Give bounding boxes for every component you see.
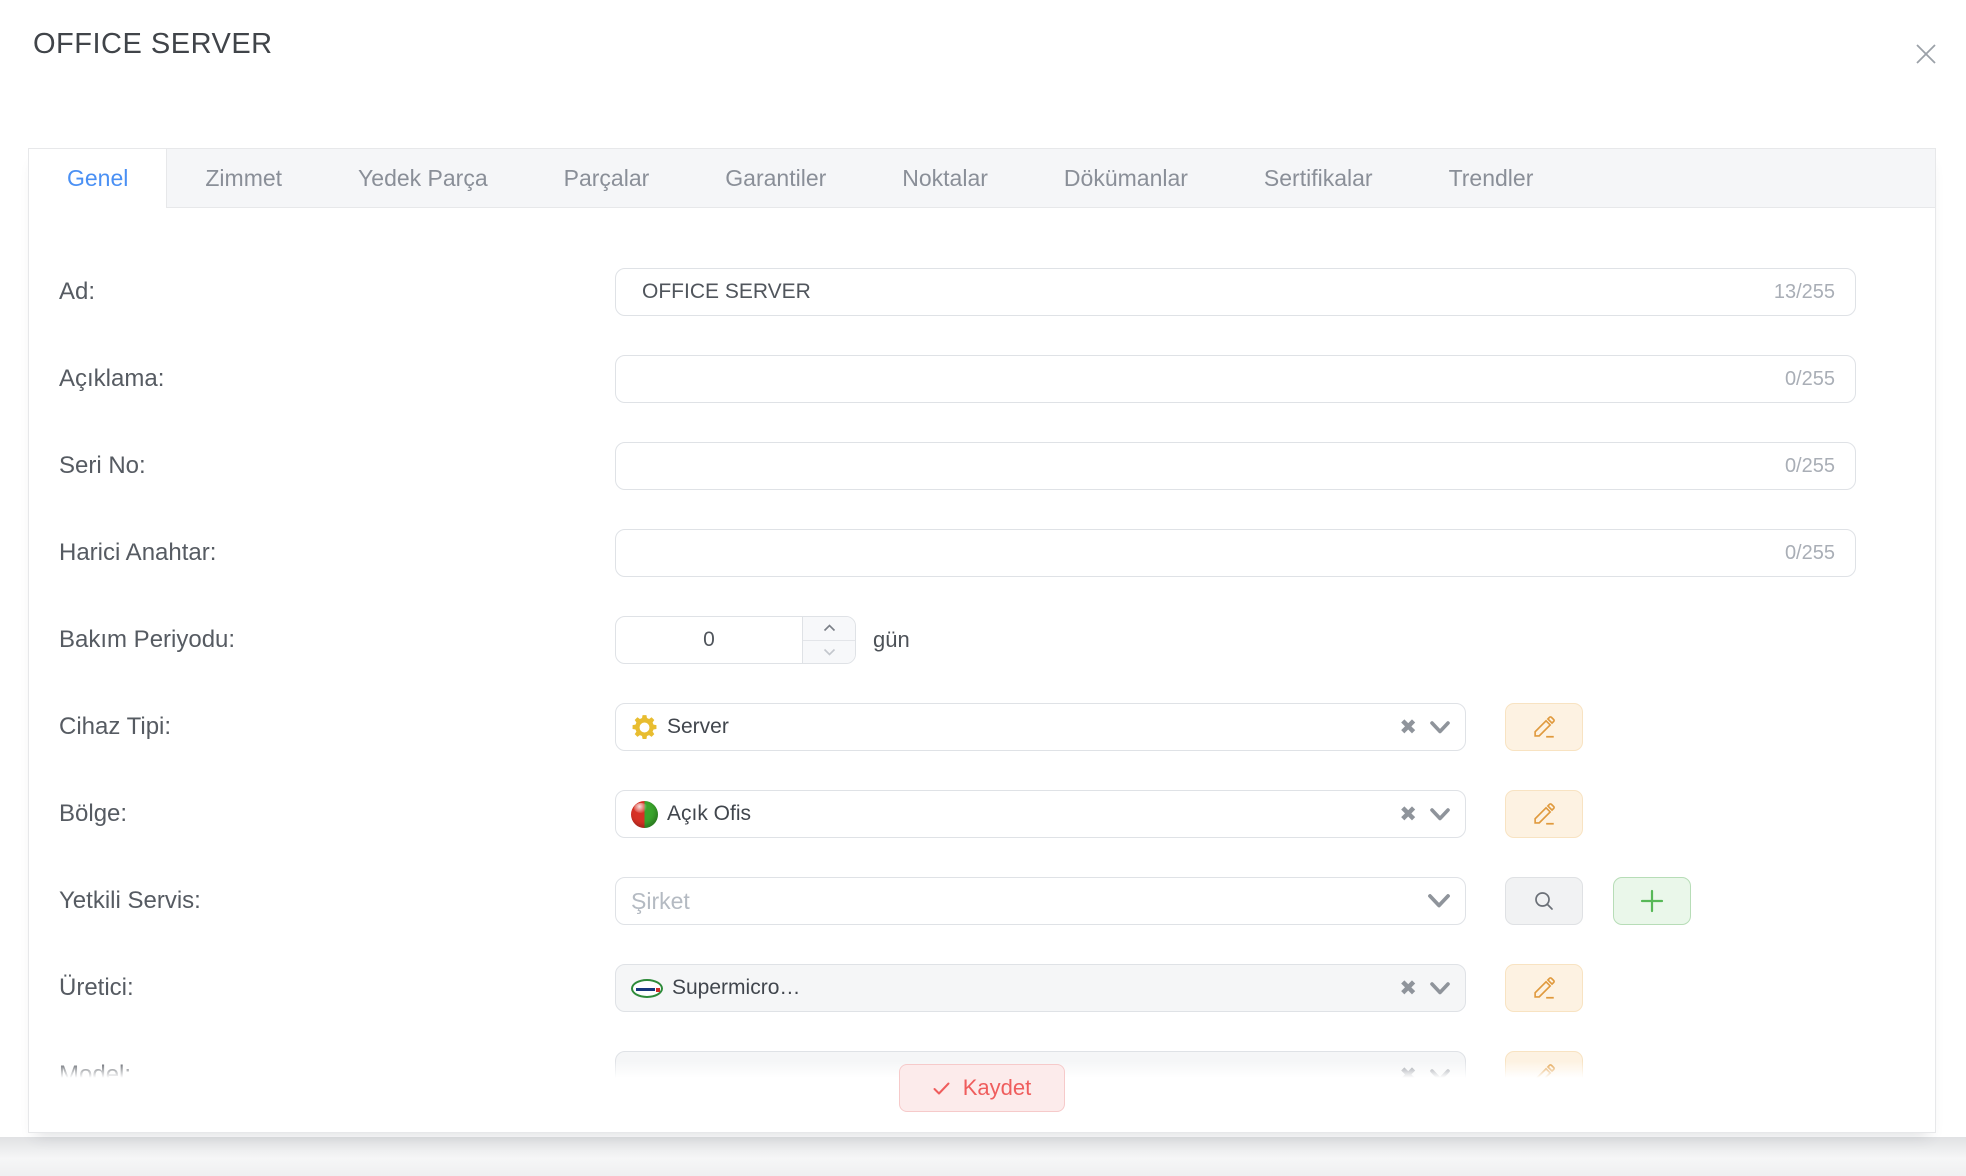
field-label-bakim-periyodu: Bakım Periyodu: xyxy=(59,626,615,654)
tab-yedek-parca[interactable]: Yedek Parça xyxy=(320,149,526,207)
tab-sertifikalar[interactable]: Sertifikalar xyxy=(1226,149,1411,207)
tab-noktalar[interactable]: Noktalar xyxy=(864,149,1026,207)
tab-parcalar[interactable]: Parçalar xyxy=(526,149,688,207)
field-row-bakim-periyodu: Bakım Periyodu: 0 gün xyxy=(59,616,1935,664)
form-footer: Kaydet xyxy=(30,1061,1934,1131)
aciklama-input[interactable]: 0/255 xyxy=(615,355,1856,403)
spinner-down-button[interactable] xyxy=(803,641,855,664)
field-label-ad: Ad: xyxy=(59,278,615,306)
close-icon xyxy=(1913,41,1939,67)
field-label-cihaz-tipi: Cihaz Tipi: xyxy=(59,713,615,741)
chevron-down-icon[interactable] xyxy=(1429,981,1451,996)
bolge-value: Açık Ofis xyxy=(667,802,1399,826)
field-row-bolge: Bölge: Açık Ofis ✖ xyxy=(59,790,1935,838)
clear-icon[interactable]: ✖ xyxy=(1399,804,1417,825)
close-button[interactable] xyxy=(1912,40,1940,68)
aciklama-char-counter: 0/255 xyxy=(1785,368,1835,391)
field-label-bolge: Bölge: xyxy=(59,800,615,828)
chevron-down-icon[interactable] xyxy=(1427,893,1451,909)
clear-icon[interactable]: ✖ xyxy=(1399,978,1417,999)
harici-anahtar-char-counter: 0/255 xyxy=(1785,542,1835,565)
add-button[interactable] xyxy=(1613,877,1691,925)
tab-zimmet[interactable]: Zimmet xyxy=(167,149,320,207)
tab-bar: Genel Zimmet Yedek Parça Parçalar Garant… xyxy=(29,149,1935,208)
tab-garantiler[interactable]: Garantiler xyxy=(687,149,864,207)
field-label-harici-anahtar: Harici Anahtar: xyxy=(59,539,615,567)
pencil-icon xyxy=(1531,801,1557,827)
spinner-up-button[interactable] xyxy=(803,617,855,641)
field-row-uretici: Üretici: Supermicro… ✖ xyxy=(59,964,1935,1012)
uretici-value: Supermicro… xyxy=(672,976,1399,1000)
number-spinner xyxy=(802,617,855,663)
cihaz-tipi-select[interactable]: Server ✖ xyxy=(615,703,1466,751)
save-button-label: Kaydet xyxy=(963,1075,1032,1101)
field-label-seri-no: Seri No: xyxy=(59,452,615,480)
gear-icon xyxy=(631,714,658,741)
cihaz-tipi-edit-button[interactable] xyxy=(1505,703,1583,751)
field-row-seri-no: Seri No: 0/255 xyxy=(59,442,1935,490)
yetkili-servis-placeholder: Şirket xyxy=(631,888,1427,915)
bakim-periyodu-value: 0 xyxy=(616,617,802,663)
bakim-periyodu-input[interactable]: 0 xyxy=(615,616,856,664)
field-row-ad: Ad: OFFICE SERVER 13/255 xyxy=(59,268,1935,316)
seri-no-input[interactable]: 0/255 xyxy=(615,442,1856,490)
cihaz-tipi-value: Server xyxy=(667,715,1399,739)
seri-no-char-counter: 0/255 xyxy=(1785,455,1835,478)
plus-icon xyxy=(1639,888,1665,914)
general-form: Ad: OFFICE SERVER 13/255 Açıklama: 0/255… xyxy=(29,208,1935,1124)
yetkili-servis-select[interactable]: Şirket xyxy=(615,877,1466,925)
pencil-icon xyxy=(1531,975,1557,1001)
field-label-yetkili-servis: Yetkili Servis: xyxy=(59,887,615,915)
bolge-edit-button[interactable] xyxy=(1505,790,1583,838)
unit-suffix: gün xyxy=(873,627,910,653)
chevron-up-icon xyxy=(823,624,836,632)
search-icon xyxy=(1532,889,1556,913)
ad-input-value: OFFICE SERVER xyxy=(642,280,811,304)
search-button[interactable] xyxy=(1505,877,1583,925)
field-row-yetkili-servis: Yetkili Servis: Şirket xyxy=(59,877,1935,925)
tab-dokumanlar[interactable]: Dökümanlar xyxy=(1026,149,1226,207)
chevron-down-icon xyxy=(823,648,836,656)
check-icon xyxy=(933,1082,950,1095)
tab-trendler[interactable]: Trendler xyxy=(1411,149,1572,207)
sphere-icon xyxy=(631,801,658,828)
uretici-edit-button[interactable] xyxy=(1505,964,1583,1012)
field-label-aciklama: Açıklama: xyxy=(59,365,615,393)
page-title: OFFICE SERVER xyxy=(33,28,273,61)
pencil-icon xyxy=(1531,714,1557,740)
device-detail-panel: Genel Zimmet Yedek Parça Parçalar Garant… xyxy=(28,148,1936,1133)
harici-anahtar-input[interactable]: 0/255 xyxy=(615,529,1856,577)
field-row-harici-anahtar: Harici Anahtar: 0/255 xyxy=(59,529,1935,577)
save-button[interactable]: Kaydet xyxy=(899,1064,1066,1112)
uretici-select[interactable]: Supermicro… ✖ xyxy=(615,964,1466,1012)
field-row-aciklama: Açıklama: 0/255 xyxy=(59,355,1935,403)
chevron-down-icon[interactable] xyxy=(1429,720,1451,735)
ad-input[interactable]: OFFICE SERVER 13/255 xyxy=(615,268,1856,316)
field-row-cihaz-tipi: Cihaz Tipi: Server ✖ xyxy=(59,703,1935,751)
tab-genel[interactable]: Genel xyxy=(29,149,167,208)
ad-char-counter: 13/255 xyxy=(1774,281,1835,304)
supermicro-logo xyxy=(631,979,663,998)
field-label-uretici: Üretici: xyxy=(59,974,615,1002)
bolge-select[interactable]: Açık Ofis ✖ xyxy=(615,790,1466,838)
chevron-down-icon[interactable] xyxy=(1429,807,1451,822)
page-background-strip xyxy=(0,1137,1966,1176)
clear-icon[interactable]: ✖ xyxy=(1399,717,1417,738)
